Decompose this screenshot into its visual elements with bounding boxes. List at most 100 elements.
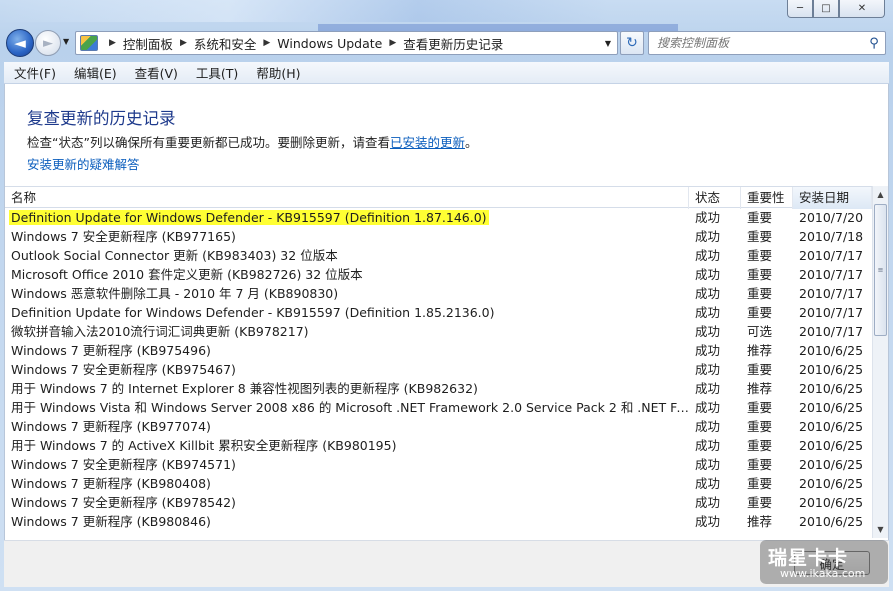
importance-cell: 重要	[741, 227, 793, 246]
update-name-cell: Windows 7 更新程序 (KB980846)	[5, 512, 689, 531]
column-header-name[interactable]: 名称	[5, 187, 689, 209]
search-icon[interactable]: ⚲	[863, 36, 885, 51]
update-name-cell: Windows 7 更新程序 (KB980408)	[5, 474, 689, 493]
importance-cell: 重要	[741, 493, 793, 512]
install-date-cell: 2010/7/20	[793, 208, 872, 227]
address-dropdown-icon[interactable]: ▼	[599, 39, 617, 48]
chevron-right-icon[interactable]: ▶	[263, 38, 270, 48]
table-row[interactable]: Windows 恶意软件删除工具 - 2010 年 7 月 (KB890830)…	[5, 284, 872, 303]
status-cell-text: 成功	[695, 457, 721, 472]
scrollbar-thumb[interactable]: ≡	[874, 204, 887, 336]
minimize-button[interactable]: ─	[787, 0, 813, 18]
forward-button[interactable]: ►	[35, 30, 61, 56]
table-row[interactable]: Windows 7 安全更新程序 (KB978542) 成功 重要 2010/6/25	[5, 493, 872, 512]
menu-help[interactable]: 帮助(H)	[246, 63, 308, 82]
importance-cell: 重要	[741, 417, 793, 436]
recent-pages-dropdown[interactable]: ▼	[63, 37, 69, 46]
table-row[interactable]: 用于 Windows 7 的 Internet Explorer 8 兼容性视图…	[5, 379, 872, 398]
update-name-cell: 用于 Windows 7 的 ActiveX Killbit 累积安全更新程序 …	[5, 436, 689, 455]
search-input[interactable]	[649, 36, 863, 50]
menu-file[interactable]: 文件(F)	[4, 63, 64, 82]
menu-tools[interactable]: 工具(T)	[186, 63, 246, 82]
ok-button[interactable]: 确定	[794, 551, 870, 575]
update-name-cell-text: Definition Update for Windows Defender -…	[9, 210, 489, 225]
table-row[interactable]: Windows 7 更新程序 (KB975496) 成功 推荐 2010/6/25	[5, 341, 872, 360]
chevron-right-icon[interactable]: ▶	[389, 38, 396, 48]
importance-cell-text: 可选	[747, 324, 773, 339]
table-row[interactable]: Windows 7 更新程序 (KB980846) 成功 推荐 2010/6/25	[5, 512, 872, 531]
install-date-cell: 2010/6/25	[793, 398, 872, 417]
install-date-cell: 2010/6/25	[793, 360, 872, 379]
breadcrumb-update-history[interactable]: 查看更新历史记录	[403, 34, 503, 53]
update-name-cell: Outlook Social Connector 更新 (KB983403) 3…	[5, 246, 689, 265]
importance-cell: 重要	[741, 474, 793, 493]
column-header-status[interactable]: 状态	[689, 187, 741, 209]
table-row[interactable]: Outlook Social Connector 更新 (KB983403) 3…	[5, 246, 872, 265]
importance-cell: 重要	[741, 436, 793, 455]
table-row[interactable]: Windows 7 更新程序 (KB980408) 成功 重要 2010/6/25	[5, 474, 872, 493]
install-date-cell: 2010/6/25	[793, 436, 872, 455]
status-cell-text: 成功	[695, 476, 721, 491]
forward-arrow-icon: ►	[43, 35, 53, 51]
chevron-right-icon[interactable]: ▶	[109, 38, 116, 48]
breadcrumb-windows-update[interactable]: Windows Update	[277, 36, 382, 51]
importance-cell-text: 重要	[747, 248, 773, 263]
update-name-cell-text: Definition Update for Windows Defender -…	[11, 305, 495, 320]
maximize-button[interactable]: □	[813, 0, 839, 18]
status-cell: 成功	[689, 284, 741, 303]
status-cell-text: 成功	[695, 514, 721, 529]
status-cell: 成功	[689, 474, 741, 493]
importance-cell-text: 重要	[747, 210, 773, 225]
breadcrumb-system-security[interactable]: 系统和安全	[194, 34, 257, 53]
table-row[interactable]: 用于 Windows 7 的 ActiveX Killbit 累积安全更新程序 …	[5, 436, 872, 455]
update-name-cell-text: Windows 7 更新程序 (KB977074)	[11, 419, 211, 434]
table-row[interactable]: Windows 7 安全更新程序 (KB974571) 成功 重要 2010/6/25	[5, 455, 872, 474]
scroll-down-icon[interactable]: ▼	[873, 521, 888, 538]
description-text: 检查“状态”列以确保所有重要更新都已成功。要删除更新，请查看	[27, 135, 390, 150]
breadcrumb-control-panel[interactable]: 控制面板	[123, 34, 173, 53]
status-cell-text: 成功	[695, 362, 721, 377]
back-button[interactable]: ◄	[6, 29, 34, 57]
menu-edit[interactable]: 编辑(E)	[64, 63, 125, 82]
table-row[interactable]: Microsoft Office 2010 套件定义更新 (KB982726) …	[5, 265, 872, 284]
refresh-button[interactable]: ↻	[620, 31, 644, 55]
menu-bar: 文件(F) 编辑(E) 查看(V) 工具(T) 帮助(H)	[4, 62, 889, 84]
installed-updates-link[interactable]: 已安装的更新	[390, 135, 465, 150]
scroll-up-icon[interactable]: ▲	[873, 186, 888, 203]
search-box: ⚲	[648, 31, 886, 55]
address-bar[interactable]: ▶ 控制面板 ▶ 系统和安全 ▶ Windows Update ▶ 查看更新历史…	[75, 31, 618, 55]
content-pane: 复查更新的历史记录 检查“状态”列以确保所有重要更新都已成功。要删除更新，请查看…	[4, 84, 889, 540]
menu-view[interactable]: 查看(V)	[125, 63, 186, 82]
close-button[interactable]: ✕	[839, 0, 885, 18]
install-date-cell: 2010/7/17	[793, 284, 872, 303]
status-cell-text: 成功	[695, 343, 721, 358]
install-date-cell-text: 2010/6/25	[799, 495, 864, 510]
update-name-cell: Microsoft Office 2010 套件定义更新 (KB982726) …	[5, 265, 689, 284]
install-date-cell-text: 2010/6/25	[799, 438, 864, 453]
chevron-right-icon[interactable]: ▶	[180, 38, 187, 48]
table-row[interactable]: 用于 Windows Vista 和 Windows Server 2008 x…	[5, 398, 872, 417]
table-row[interactable]: Definition Update for Windows Defender -…	[5, 208, 872, 227]
window-controls: ─ □ ✕	[787, 0, 885, 18]
importance-cell-text: 推荐	[747, 381, 773, 396]
table-row[interactable]: Windows 7 安全更新程序 (KB977165) 成功 重要 2010/7/18	[5, 227, 872, 246]
importance-cell: 推荐	[741, 379, 793, 398]
table-row[interactable]: Definition Update for Windows Defender -…	[5, 303, 872, 322]
table-row[interactable]: Windows 7 更新程序 (KB977074) 成功 重要 2010/6/25	[5, 417, 872, 436]
status-cell-text: 成功	[695, 286, 721, 301]
update-name-cell: Windows 7 安全更新程序 (KB975467)	[5, 360, 689, 379]
importance-cell-text: 推荐	[747, 514, 773, 529]
table-row[interactable]: Windows 7 安全更新程序 (KB975467) 成功 重要 2010/6/25	[5, 360, 872, 379]
column-header-importance[interactable]: 重要性	[741, 187, 793, 209]
page-description: 检查“状态”列以确保所有重要更新都已成功。要删除更新，请查看已安装的更新。	[27, 132, 477, 151]
install-date-cell: 2010/6/25	[793, 474, 872, 493]
table-row[interactable]: 微软拼音输入法2010流行词汇词典更新 (KB978217) 成功 可选 2010/7…	[5, 322, 872, 341]
install-date-cell-text: 2010/6/25	[799, 476, 864, 491]
troubleshoot-link[interactable]: 安装更新的疑难解答	[27, 154, 140, 173]
status-cell: 成功	[689, 512, 741, 531]
column-header-date[interactable]: 安装日期	[793, 187, 872, 209]
vertical-scrollbar[interactable]: ▲ ≡ ▼	[872, 186, 888, 538]
status-cell-text: 成功	[695, 495, 721, 510]
status-cell: 成功	[689, 322, 741, 341]
install-date-cell-text: 2010/7/17	[799, 267, 864, 282]
